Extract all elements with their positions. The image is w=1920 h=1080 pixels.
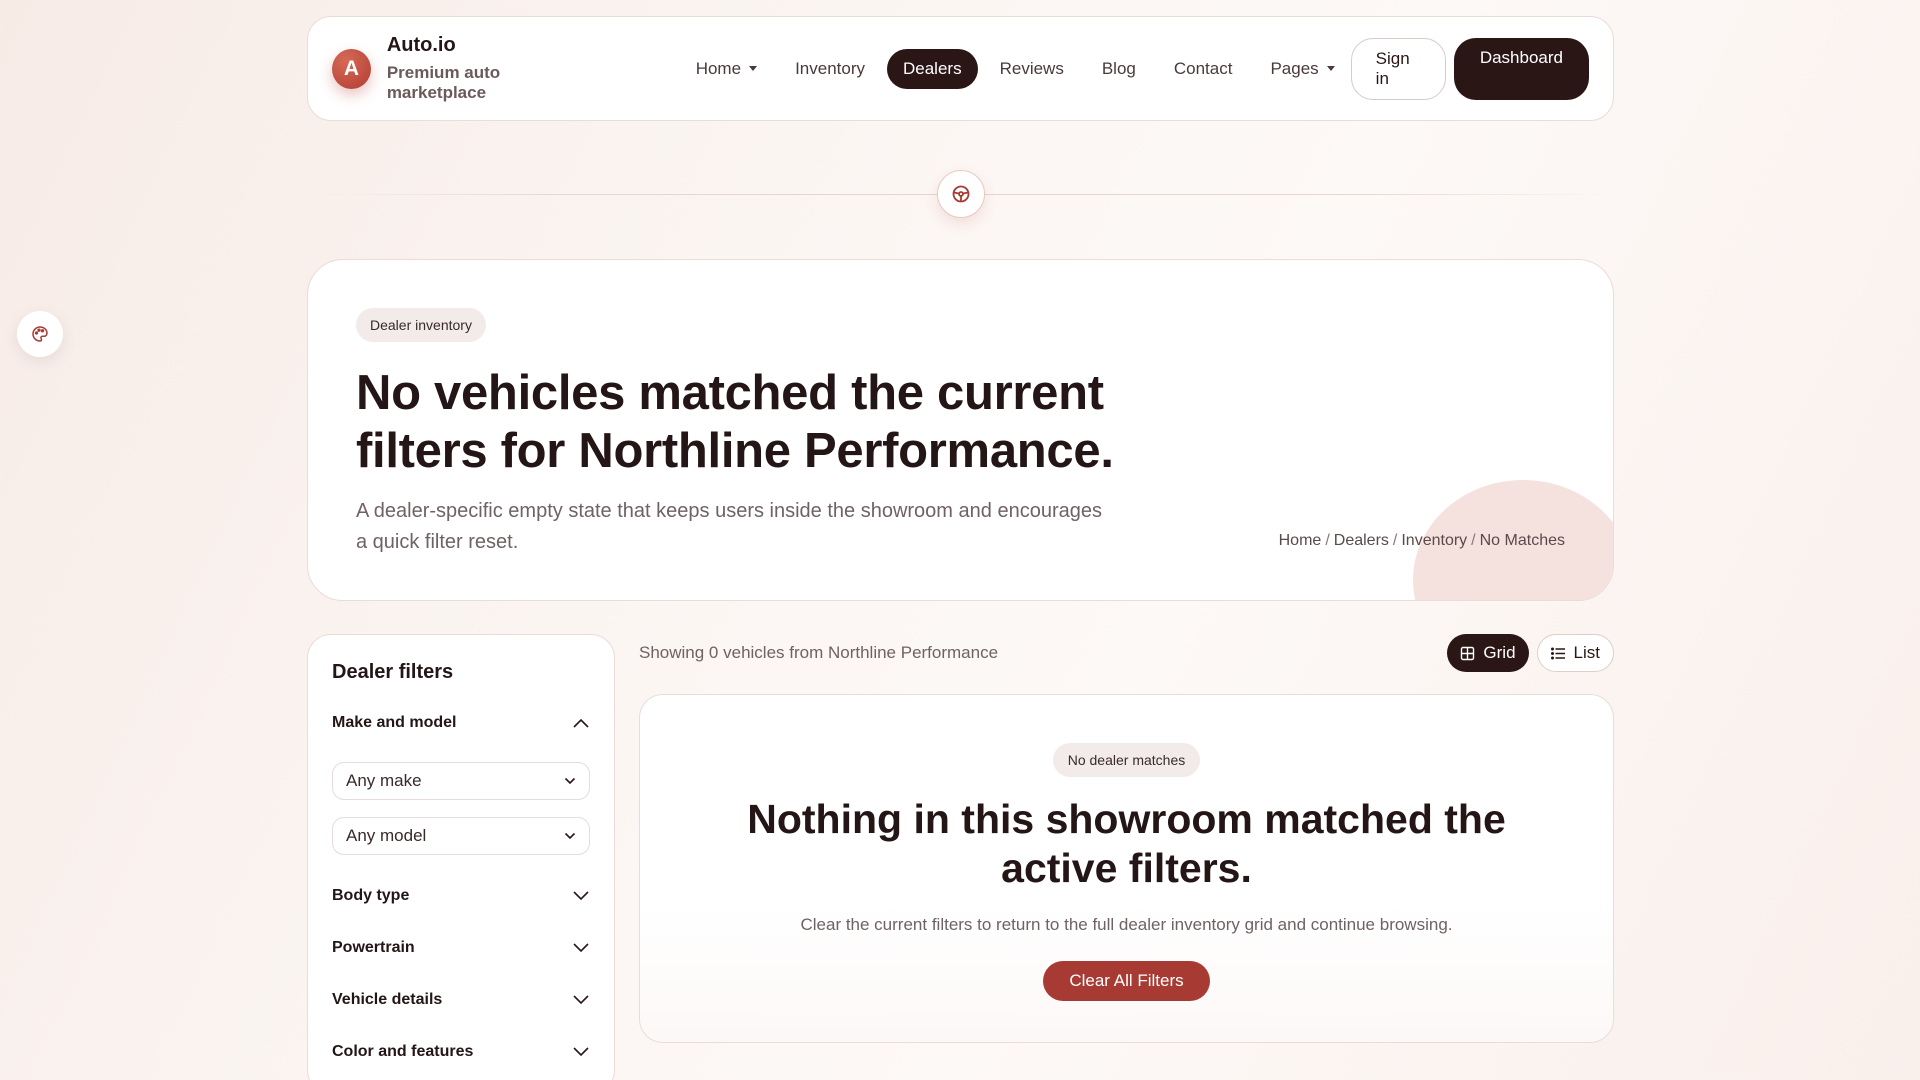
clear-all-filters-button[interactable]: Clear All Filters [1043, 961, 1210, 1001]
empty-state-card: No dealer matches Nothing in this showro… [639, 694, 1614, 1043]
view-toggle: Grid List [1447, 634, 1614, 672]
results-count: Showing 0 vehicles from Northline Perfor… [639, 643, 999, 662]
breadcrumb-separator: / [1325, 532, 1330, 549]
model-select[interactable]: Any model [332, 817, 590, 855]
hero-subtitle: A dealer-specific empty state that keeps… [356, 500, 1102, 553]
brand-logo[interactable]: A [332, 48, 371, 89]
filter-section-label: Make and model [332, 714, 457, 731]
nav-item-label: Contact [1173, 58, 1233, 78]
hero-card: Dealer inventory No vehicles matched the… [307, 259, 1614, 601]
make-select[interactable]: Any make [332, 762, 590, 800]
nav-item-label: Blog [1101, 58, 1136, 78]
empty-state-pill: No dealer matches [1052, 743, 1201, 777]
filter-body-type-toggle[interactable]: Body type [332, 887, 590, 905]
chevron-down-icon [573, 891, 589, 901]
nav-item-label: Pages [1270, 58, 1319, 78]
filter-vehicle-details-toggle[interactable]: Vehicle details [332, 991, 590, 1009]
nav-item-label: Inventory [795, 58, 865, 78]
model-select-value: Any model [346, 826, 427, 845]
filters-sidebar: Dealer filters Make and model Any make A… [307, 634, 615, 1080]
chevron-down-icon [573, 1047, 589, 1057]
caret-down-icon [1326, 66, 1335, 71]
empty-state-subtitle: Clear the current filters to return to t… [800, 915, 1453, 934]
nav-item-blog[interactable]: Blog [1086, 49, 1152, 89]
steering-wheel-icon [937, 170, 985, 218]
filter-section-label: Powertrain [332, 939, 415, 956]
palette-icon[interactable] [17, 311, 63, 357]
nav-item-inventory[interactable]: Inventory [779, 49, 881, 89]
brand-tagline: Premium auto marketplace [386, 63, 501, 102]
sign-in-button[interactable]: Sign in [1350, 37, 1446, 100]
brand-name: Auto.io [386, 34, 456, 56]
nav-actions: Sign in Dashboard [1350, 37, 1589, 100]
page-title: No vehicles matched the current filters … [356, 366, 1114, 478]
make-select-value: Any make [346, 771, 422, 790]
filter-powertrain-toggle[interactable]: Powertrain [332, 939, 590, 957]
brand[interactable]: A Auto.io Premium auto marketplace [332, 34, 598, 103]
filter-make-model-toggle[interactable]: Make and model [332, 714, 590, 732]
chevron-down-icon [564, 777, 576, 785]
breadcrumb: Home / Dealers / Inventory / No Matches [1279, 532, 1565, 550]
chevron-down-icon [573, 943, 589, 953]
nav-item-reviews[interactable]: Reviews [984, 49, 1080, 89]
chevron-up-icon [573, 718, 589, 728]
nav-item-pages[interactable]: Pages [1254, 49, 1350, 89]
list-view-label: List [1573, 643, 1600, 662]
nav-item-home[interactable]: Home [680, 49, 773, 89]
breadcrumb-inventory[interactable]: Inventory [1401, 532, 1467, 550]
dashboard-button[interactable]: Dashboard [1453, 37, 1589, 100]
results-toolbar: Showing 0 vehicles from Northline Perfor… [639, 634, 1614, 672]
breadcrumb-dealers[interactable]: Dealers [1334, 532, 1389, 550]
nav-item-dealers[interactable]: Dealers [887, 48, 978, 89]
filter-section-label: Body type [332, 887, 410, 904]
chevron-down-icon [564, 832, 576, 840]
filter-section-label: Color and features [332, 1043, 474, 1060]
results-area: Showing 0 vehicles from Northline Perfor… [639, 634, 1614, 1043]
caret-down-icon [749, 66, 758, 71]
sidebar-title: Dealer filters [332, 661, 454, 683]
breadcrumb-home[interactable]: Home [1279, 532, 1322, 550]
nav-item-label: Home [695, 58, 742, 78]
nav-item-contact[interactable]: Contact [1158, 49, 1249, 89]
breadcrumb-current: No Matches [1479, 532, 1565, 549]
grid-icon [1461, 646, 1475, 660]
filter-section-label: Vehicle details [332, 991, 443, 1008]
breadcrumb-separator: / [1471, 532, 1476, 549]
chevron-down-icon [573, 995, 589, 1005]
filter-color-features-toggle[interactable]: Color and features [332, 1043, 590, 1061]
navbar: A Auto.io Premium auto marketplace Home … [307, 16, 1614, 121]
main-nav: Home Inventory Dealers Reviews Blog Cont… [680, 48, 1351, 89]
nav-item-label: Dealers [903, 58, 962, 78]
hero-pill: Dealer inventory [356, 308, 486, 342]
grid-view-button[interactable]: Grid [1447, 634, 1529, 672]
nav-item-label: Reviews [999, 58, 1064, 78]
list-view-button[interactable]: List [1536, 634, 1614, 672]
empty-state-title: Nothing in this showroom matched the act… [747, 796, 1506, 891]
grid-view-label: Grid [1483, 643, 1516, 662]
list-icon [1550, 647, 1565, 659]
breadcrumb-separator: / [1392, 532, 1398, 549]
